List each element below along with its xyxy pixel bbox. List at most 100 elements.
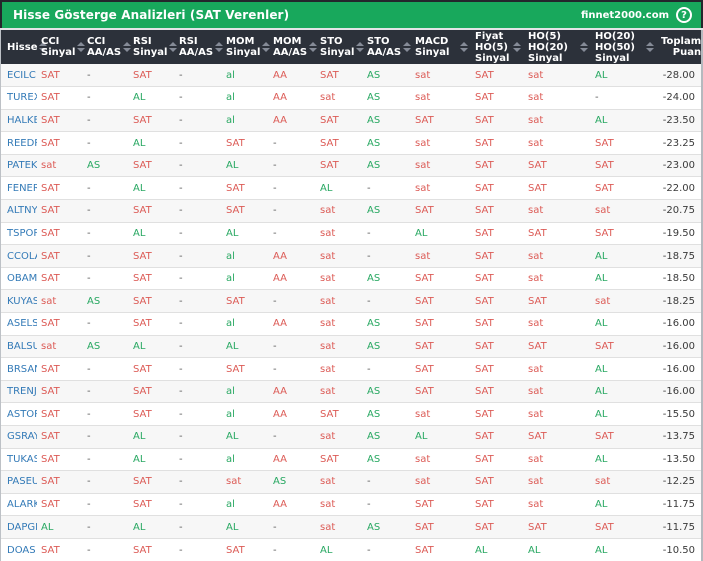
signal-cell: sat [37, 334, 83, 358]
signal-cell: SAT [591, 221, 657, 245]
signal-cell: - [363, 289, 411, 313]
stock-ticker[interactable]: HALKB [1, 108, 37, 132]
stock-ticker[interactable]: PATEK [1, 153, 37, 177]
signal-cell: sat [316, 357, 363, 381]
column-header-rsi_aaas[interactable]: RSI AA/AS [175, 30, 224, 64]
score-cell: -20.75 [657, 199, 701, 223]
stock-ticker[interactable]: PASEU [1, 470, 37, 494]
signal-cell: SAT [37, 537, 83, 561]
signal-cell: SAT [471, 357, 524, 381]
stock-ticker[interactable]: ASELS [1, 312, 37, 336]
brand-link[interactable]: finnet2000.com [581, 10, 669, 21]
signal-cell: SAT [471, 221, 524, 245]
stock-ticker[interactable]: TSPOR [1, 221, 37, 245]
signal-cell: SAT [129, 402, 175, 426]
signal-cell: AL [129, 515, 175, 539]
signal-cell: - [363, 537, 411, 561]
column-label: CCI AA/AS [87, 36, 122, 58]
signal-cell: SAT [37, 266, 83, 290]
signal-cell: AL [595, 69, 608, 81]
column-header-macd_sinyal[interactable]: MACD Sinyal [411, 30, 471, 64]
column-header-ho20_ho50_sinyal[interactable]: HO(20) HO(50) Sinyal [591, 30, 657, 64]
signal-cell: AL [591, 108, 657, 132]
signal-cell: SAT [37, 470, 83, 494]
signal-cell: SAT [37, 199, 83, 223]
signal-cell: AS [363, 108, 411, 132]
column-header-cci_aaas[interactable]: CCI AA/AS [83, 30, 132, 64]
sort-icon [309, 42, 318, 52]
signal-cell: sat [524, 131, 591, 155]
table-row: KUYAS sat AS SAT - SAT - sat - SAT SAT SAT sat -18.25 [1, 289, 701, 313]
column-header-fiyat_ho5_sinyal[interactable]: Fiyat HO(5) Sinyal [471, 30, 524, 64]
stock-ticker[interactable]: TUKAS [1, 447, 37, 471]
signal-cell: sat [591, 199, 657, 223]
stock-ticker[interactable]: ASTOR [1, 402, 37, 426]
table-row: TRENJ SAT - SAT - al AA sat AS SAT SAT sat AL -16.00 [1, 379, 701, 403]
stock-ticker[interactable]: DAPGM [1, 515, 37, 539]
signal-cell: AA [269, 402, 316, 426]
column-header-rsi_sinyal[interactable]: RSI Sinyal [129, 30, 178, 64]
stock-ticker[interactable]: CCOLA [1, 244, 37, 268]
column-header-ho5_ho20_sinyal[interactable]: HO(5) HO(20) Sinyal [524, 30, 591, 64]
signal-cell: AL [591, 357, 657, 381]
stock-ticker[interactable]: ALTNY [1, 199, 37, 223]
signal-cell: SAT [316, 131, 363, 155]
column-header-hisse[interactable]: Hisse [1, 30, 48, 64]
signal-cell: - [175, 221, 222, 245]
signal-cell: SAT [129, 266, 175, 290]
score-cell: -18.50 [657, 266, 701, 290]
signal-cell: AS [363, 515, 411, 539]
signal-cell: - [83, 402, 129, 426]
signal-cell: al [226, 69, 235, 81]
column-header-mom_aaas[interactable]: MOM AA/AS [269, 30, 318, 64]
table-row: FENER SAT - AL - SAT - AL - sat SAT SAT SAT -22.00 [1, 176, 701, 200]
stock-ticker[interactable]: GSRAY [1, 425, 37, 449]
signal-cell: - [83, 537, 129, 561]
signal-cell: SAT [591, 153, 657, 177]
signal-cell: - [83, 176, 129, 200]
signal-cell: AL [129, 334, 175, 358]
signal-cell: SAT [591, 176, 657, 200]
stock-ticker[interactable]: DOAS [1, 537, 37, 561]
signal-cell: SAT [129, 492, 175, 516]
signal-cell: AA [269, 86, 316, 110]
table-row: HALKBSAT-SAT-alAASATASSATSATsatAL-23.50 [1, 108, 701, 132]
column-header-toplam_puan[interactable]: Toplam Puan [657, 30, 701, 64]
signal-cell: sat [411, 244, 471, 268]
column-header-sto_aaas[interactable]: STO AA/AS [363, 30, 412, 64]
stock-ticker[interactable]: ALARK [1, 492, 37, 516]
signal-cell: AS [363, 425, 411, 449]
stock-ticker[interactable]: FENER [1, 176, 37, 200]
signal-cell: al [222, 86, 269, 110]
signal-cell: - [83, 357, 129, 381]
stock-ticker[interactable]: TRENJ [1, 379, 37, 403]
stock-ticker[interactable]: REEDR [1, 131, 37, 155]
table-row: ASTORSAT-SAT-alAASATASsatSATsatAL-15.50 [1, 402, 701, 426]
signal-cell: - [269, 131, 316, 155]
signal-cell: SAT [37, 357, 83, 381]
signal-cell: - [83, 379, 129, 403]
signal-cell: - [83, 108, 129, 132]
table-row: PASEU SAT - SAT - sat AS sat - sat SAT sat sat -12.25 [1, 470, 701, 494]
table-row: DAPGMAL-AL-AL-satASSATSATSATSAT-11.75 [1, 515, 701, 539]
signal-cell: al [222, 402, 269, 426]
stock-ticker[interactable]: BRSAN [1, 357, 37, 381]
signal-cell: AS [269, 470, 316, 494]
column-header-cci_sinyal[interactable]: CCI Sinyal [37, 30, 86, 64]
stock-ticker[interactable]: KUYAS [1, 289, 37, 313]
column-label: RSI AA/AS [179, 36, 214, 58]
column-header-mom_sinyal[interactable]: MOM Sinyal [222, 30, 271, 64]
signal-cell: SAT [471, 289, 524, 313]
stock-ticker[interactable]: ECILC [1, 64, 37, 87]
stock-ticker[interactable]: TUREX [1, 86, 37, 110]
stock-ticker[interactable]: OBAMS [1, 266, 37, 290]
signal-cell: SAT [471, 199, 524, 223]
help-icon[interactable]: ? [676, 7, 692, 23]
signal-cell: - [83, 199, 129, 223]
signal-cell: SAT [129, 379, 175, 403]
stock-ticker[interactable]: BALSU [1, 334, 37, 358]
table-frame: Hisse CCI Sinyal CCI AA/AS RSI Sinyal RSI AA… [0, 30, 703, 561]
column-label: Toplam Puan [661, 36, 702, 58]
signal-cell: - [83, 447, 129, 471]
column-header-sto_sinyal[interactable]: STO Sinyal [316, 30, 365, 64]
